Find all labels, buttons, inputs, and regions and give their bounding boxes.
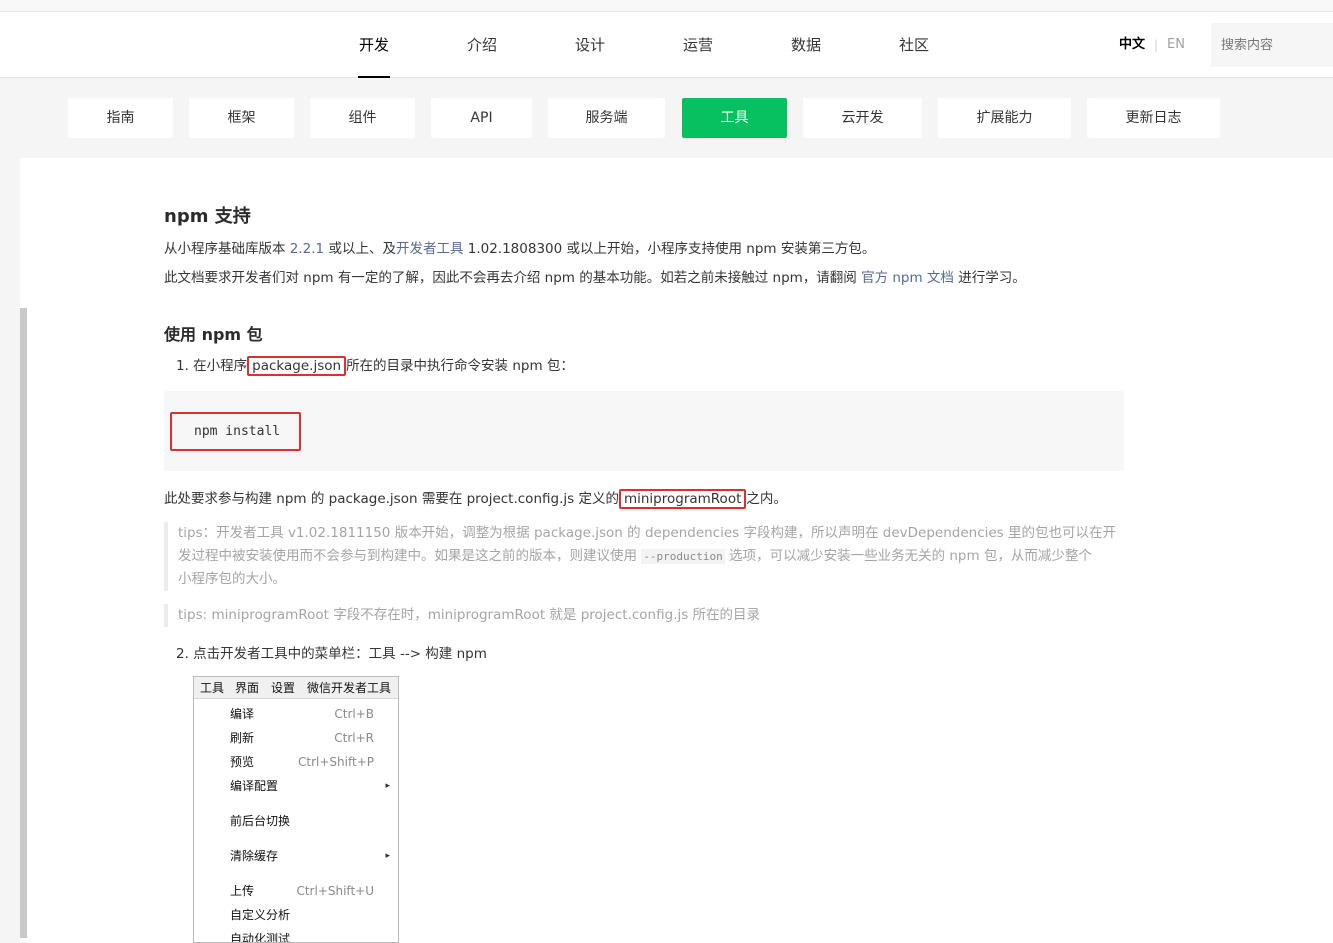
nav-item-operations[interactable]: 运营 — [668, 12, 728, 78]
menu-item-shortcut: Ctrl+Shift+U — [296, 884, 374, 898]
sub-nav-extensions[interactable]: 扩展能力 — [938, 98, 1071, 138]
lang-en-link[interactable]: EN — [1167, 12, 1185, 78]
section-title-use-npm: 使用 npm 包 — [164, 325, 263, 344]
menu-item-clear-cache: 清除缓存 ▸ — [194, 845, 398, 867]
menu-item-upload: 上传 Ctrl+Shift+U — [194, 880, 398, 902]
menu-item-preview: 预览 Ctrl+Shift+P — [194, 751, 398, 773]
tip1-line-2-prefix: 发过程中被安装使用而不会参与到构建中。如果是这之前的版本，则建议使用 — [178, 548, 642, 564]
menu-item-shortcut: Ctrl+B — [334, 707, 374, 721]
sub-nav-framework[interactable]: 框架 — [189, 98, 294, 138]
lang-zh-link[interactable]: 中文 — [1119, 12, 1145, 78]
menu-item-label: 刷新 — [230, 731, 255, 745]
sub-nav-changelog[interactable]: 更新日志 — [1087, 98, 1220, 138]
sub-nav: 指南 框架 组件 API 服务端 工具 云开发 扩展能力 更新日志 — [0, 78, 1333, 158]
menu-item-refresh: 刷新 Ctrl+R — [194, 727, 398, 749]
browser-url-strip — [0, 0, 1333, 12]
menubar-settings: 设置 — [271, 681, 296, 695]
menu-item-label: 清除缓存 — [230, 849, 279, 863]
nav-item-develop[interactable]: 开发 — [344, 12, 404, 78]
nav-item-data[interactable]: 数据 — [776, 12, 836, 78]
note-text-prefix: 此处要求参与构建 npm 的 package.json 需要在 project.… — [164, 491, 619, 507]
step-1: 1. 在小程序 package.json 所在的目录中执行命令安装 npm 包： — [176, 354, 574, 376]
menu-item-label: 编译 — [230, 707, 255, 721]
tip1-line-3: 小程序包的大小。 — [178, 571, 286, 587]
miniprogram-root-highlight: miniprogramRoot — [618, 489, 747, 509]
intro-paragraph-1: 从小程序基础库版本 2.2.1 或以上、及开发者工具 1.02.1808300 … — [164, 237, 875, 257]
sidebar-scrollbar[interactable] — [20, 308, 27, 938]
base-lib-version-link[interactable]: 2.2.1 — [290, 241, 324, 257]
tip-miniprogram-root: tips: miniprogramRoot 字段不存在时，miniprogram… — [164, 604, 1124, 627]
sub-nav-tools[interactable]: 工具 — [682, 98, 787, 138]
intro1-text-suffix: 1.02.1808300 或以上开始，小程序支持使用 npm 安装第三方包。 — [463, 241, 876, 257]
sub-nav-guide[interactable]: 指南 — [68, 98, 173, 138]
production-flag-code: --production — [641, 549, 725, 564]
menu-item-foreground-switch: 前后台切换 — [194, 810, 398, 832]
step1-text-prefix: 1. 在小程序 — [176, 358, 248, 374]
page-title: npm 支持 — [164, 206, 251, 227]
search-input[interactable] — [1211, 23, 1333, 67]
menubar-wechat-devtools: 微信开发者工具 — [307, 681, 392, 695]
intro1-text-prefix: 从小程序基础库版本 — [164, 241, 290, 257]
left-gutter — [0, 158, 20, 943]
intro2-text-prefix: 此文档要求开发者们对 npm 有一定的了解，因此不会再去介绍 npm 的基本功能… — [164, 270, 862, 286]
intro-paragraph-2: 此文档要求开发者们对 npm 有一定的了解，因此不会再去介绍 npm 的基本功能… — [164, 266, 1026, 286]
menu-item-label: 上传 — [230, 884, 255, 898]
sub-nav-cloud[interactable]: 云开发 — [803, 98, 922, 138]
nav-item-intro[interactable]: 介绍 — [452, 12, 512, 78]
tip1-line-2-suffix: 选项，可以减少安装一些业务无关的 npm 包，从而减少整个 — [724, 548, 1092, 564]
sub-nav-api[interactable]: API — [431, 98, 532, 138]
package-json-highlight: package.json — [247, 356, 347, 376]
menu-item-label: 自定义分析 — [230, 908, 291, 922]
submenu-arrow-icon: ▸ — [385, 781, 390, 791]
note-paragraph: 此处要求参与构建 npm 的 package.json 需要在 project.… — [164, 487, 787, 509]
step1-text-suffix: 所在的目录中执行命令安装 npm 包： — [346, 358, 574, 374]
menubar-tools: 工具 — [200, 681, 225, 695]
menu-item-label: 前后台切换 — [230, 814, 291, 828]
devtools-menubar: 工具 界面 设置 微信开发者工具 — [194, 677, 398, 699]
nav-item-design[interactable]: 设计 — [560, 12, 620, 78]
menu-item-compile-config: 编译配置 ▸ — [194, 775, 398, 797]
intro1-text-middle: 或以上、及 — [324, 241, 396, 257]
submenu-arrow-icon: ▸ — [385, 851, 390, 861]
tip-dependencies: tips：开发者工具 v1.02.1811150 版本开始，调整为根据 pack… — [164, 522, 1124, 591]
step-2: 2. 点击开发者工具中的菜单栏：工具 --> 构建 npm — [176, 646, 487, 662]
code-block: npm install — [164, 391, 1124, 471]
menu-item-auto-test: 自动化测试 — [194, 928, 398, 943]
tip1-line-2: 发过程中被安装使用而不会参与到构建中。如果是这之前的版本，则建议使用 --pro… — [178, 545, 1124, 568]
menu-item-label: 自动化测试 — [230, 932, 291, 943]
note-text-suffix: 之内。 — [746, 491, 787, 507]
nav-item-community[interactable]: 社区 — [884, 12, 944, 78]
code-npm-install: npm install — [170, 412, 301, 451]
menu-item-label: 编译配置 — [230, 779, 279, 793]
menu-item-label: 预览 — [230, 755, 255, 769]
npm-docs-link[interactable]: 官方 npm 文档 — [861, 270, 954, 286]
sub-nav-components[interactable]: 组件 — [310, 98, 415, 138]
menu-item-compile: 编译 Ctrl+B — [194, 703, 398, 725]
devtools-link[interactable]: 开发者工具 — [396, 241, 464, 257]
intro2-text-suffix: 进行学习。 — [953, 270, 1026, 286]
top-nav: 开发 介绍 设计 运营 数据 社区 中文 | EN — [0, 12, 1333, 78]
lang-separator: | — [1154, 38, 1159, 52]
sub-nav-server[interactable]: 服务端 — [548, 98, 665, 138]
tip1-line-1: tips：开发者工具 v1.02.1811150 版本开始，调整为根据 pack… — [178, 525, 1117, 541]
menu-item-shortcut: Ctrl+R — [334, 731, 374, 745]
menubar-interface: 界面 — [235, 681, 260, 695]
menu-item-shortcut: Ctrl+Shift+P — [298, 755, 374, 769]
devtools-menu-screenshot: 工具 界面 设置 微信开发者工具 编译 Ctrl+B 刷新 Ctrl+R 预览 … — [193, 676, 399, 943]
menu-item-custom-analysis: 自定义分析 — [194, 904, 398, 926]
